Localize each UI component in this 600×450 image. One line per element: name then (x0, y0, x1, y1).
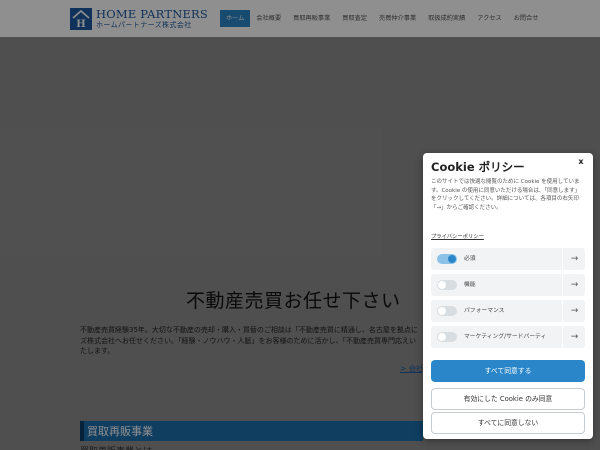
accept-selected-button[interactable]: 有効にした Cookie のみ同意 (431, 388, 585, 410)
dialog-description: このサイトでは快適な閲覧のために Cookie を使用しています。Cookie … (431, 179, 581, 211)
close-icon[interactable]: x (575, 156, 587, 168)
toggle-switch[interactable] (437, 280, 457, 290)
arrow-right-icon[interactable]: → (564, 300, 585, 322)
cookie-category-required: 必須 → (431, 248, 585, 270)
category-label: 機能 (464, 282, 476, 288)
arrow-right-icon[interactable]: → (564, 326, 585, 348)
cookie-category-marketing: マーケティング/サードパーティ → (431, 326, 585, 348)
cookie-category-functional: 機能 → (431, 274, 585, 296)
accept-all-button[interactable]: すべて同意する (431, 360, 585, 382)
dialog-title: Cookie ポリシー (431, 160, 525, 174)
toggle-switch[interactable] (437, 332, 457, 342)
category-label: 必須 (464, 256, 476, 262)
category-label: パフォーマンス (464, 308, 505, 314)
toggle-switch[interactable] (437, 254, 457, 264)
privacy-policy-link[interactable]: プライバシーポリシー (431, 232, 484, 240)
category-label: マーケティング/サードパーティ (464, 334, 547, 340)
arrow-right-icon[interactable]: → (564, 274, 585, 296)
cookie-category-performance: パフォーマンス → (431, 300, 585, 322)
cookie-policy-dialog: Cookie ポリシー x このサイトでは快適な閲覧のために Cookie を使… (423, 153, 593, 439)
arrow-right-icon[interactable]: → (564, 248, 585, 270)
reject-all-button[interactable]: すべてに同意しない (431, 412, 585, 434)
toggle-switch[interactable] (437, 306, 457, 316)
